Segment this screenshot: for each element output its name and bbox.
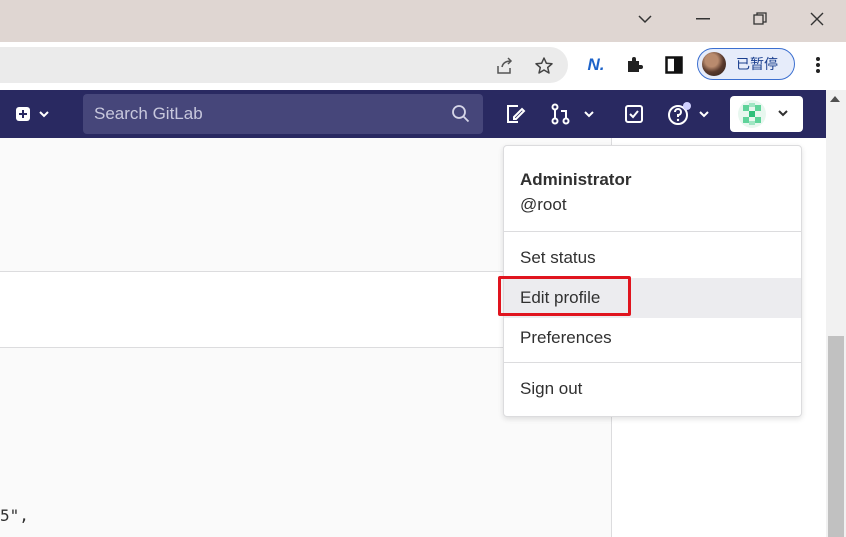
gitlab-top-bar: Search GitLab [0,90,826,138]
merge-requests-dropdown[interactable] [548,90,598,138]
minimize-icon[interactable] [683,4,723,34]
code-fragment: 5", [0,506,29,525]
user-menu-button[interactable] [730,96,803,132]
user-dropdown-menu: Administrator @root Set status Edit prof… [498,145,802,417]
extension-label: N. [587,55,605,74]
chevron-down-icon [778,110,788,117]
menu-divider [504,362,801,363]
tab-search-chevron-icon[interactable] [625,4,665,34]
menu-item-sign-out[interactable]: Sign out [504,369,801,409]
highlight-annotation [498,276,631,316]
address-bar[interactable] [0,47,568,83]
share-icon[interactable] [494,55,516,77]
extensions-puzzle-icon[interactable] [622,53,646,77]
search-input[interactable]: Search GitLab [83,94,483,134]
todos-checkbox-icon[interactable] [620,90,648,138]
merge-request-icon [551,103,594,125]
menu-item-set-status[interactable]: Set status [504,238,801,278]
todo-edit-icon[interactable] [500,90,530,138]
profile-status-label: 已暂停 [736,57,778,73]
browser-toolbar: N. 已暂停 [0,42,846,90]
user-avatar-icon [738,100,766,128]
scrollbar-thumb[interactable] [828,336,844,537]
help-question-icon [668,102,709,125]
extension-n-icon[interactable]: N. [584,53,608,77]
side-panel-icon[interactable] [662,53,686,77]
menu-item-preferences[interactable]: Preferences [504,318,801,358]
close-icon[interactable] [797,4,837,34]
profile-avatar [702,52,726,76]
browser-profile-button[interactable]: 已暂停 [697,48,795,80]
plus-square-icon [16,107,49,121]
user-display-name[interactable]: Administrator [520,170,631,190]
menu-divider [504,231,801,232]
help-dropdown[interactable] [664,90,716,138]
search-placeholder: Search GitLab [94,104,203,123]
restore-icon[interactable] [740,4,780,34]
search-icon [452,105,470,123]
browser-titlebar [0,0,846,42]
new-item-dropdown[interactable] [8,90,60,138]
browser-menu-icon[interactable] [806,53,830,77]
scroll-up-arrow-icon[interactable] [830,96,840,102]
user-username: @root [520,195,567,214]
bookmark-star-icon[interactable] [533,55,555,77]
